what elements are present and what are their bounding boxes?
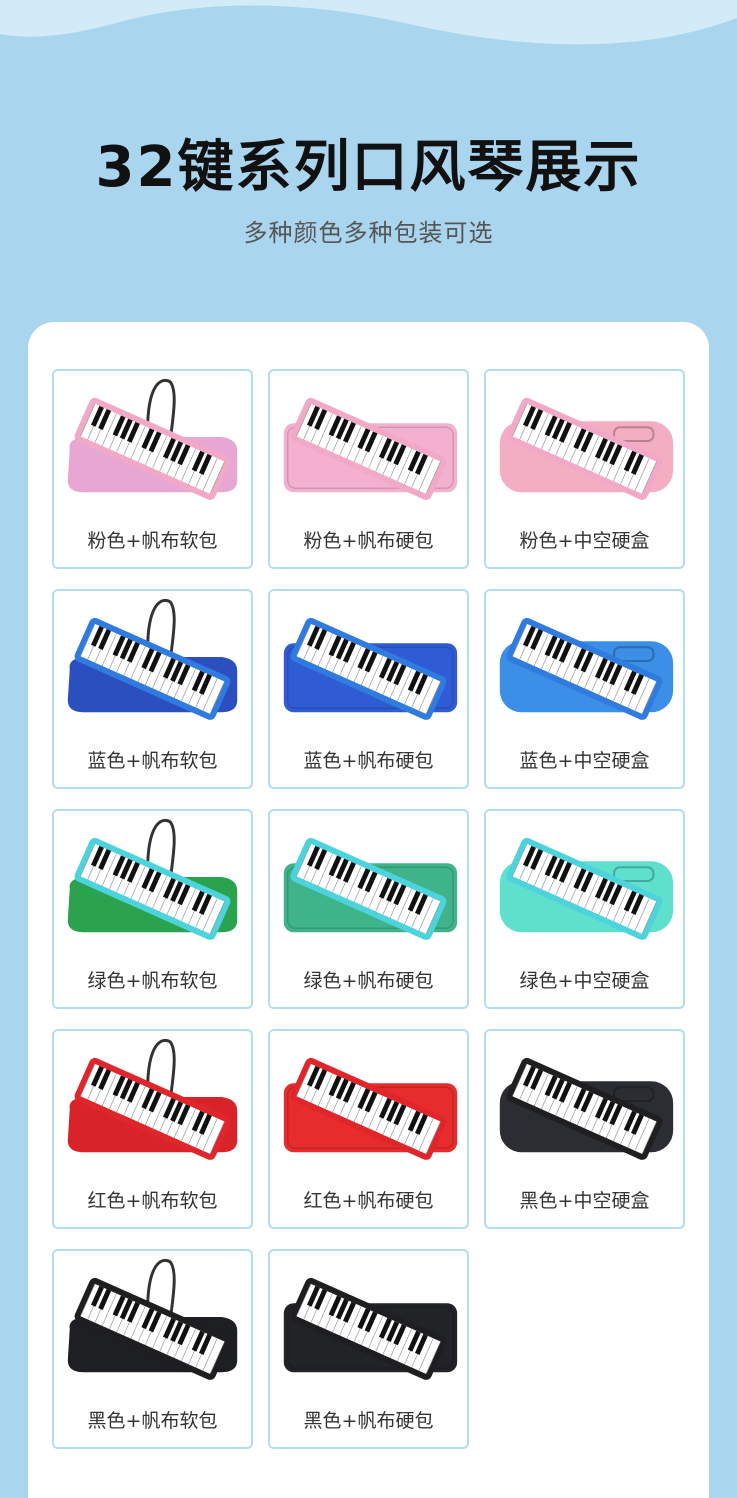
- product-card[interactable]: 红色+帆布软包: [52, 1029, 253, 1229]
- melodica-product-image: [67, 1038, 238, 1160]
- product-label: 蓝色+帆布硬包: [303, 750, 434, 772]
- product-label: 绿色+帆布硬包: [303, 970, 434, 992]
- product-card[interactable]: 绿色+帆布硬包: [268, 809, 469, 1009]
- product-label: 黑色+帆布软包: [87, 1410, 218, 1432]
- melodica-product-image: [67, 378, 238, 500]
- product-label: 红色+帆布硬包: [303, 1190, 434, 1212]
- melodica-product-image: [283, 837, 458, 940]
- melodica-product-image: [283, 1277, 458, 1380]
- melodica-product-image: [67, 598, 238, 720]
- product-label: 绿色+帆布软包: [87, 970, 218, 992]
- product-card[interactable]: 粉色+帆布软包: [52, 369, 253, 569]
- product-card[interactable]: 黑色+帆布软包: [52, 1249, 253, 1449]
- product-label: 粉色+帆布硬包: [303, 530, 434, 552]
- product-panel: 粉色+帆布软包 粉色+帆布硬包 粉色+中空硬盒蓝色+帆布软包 蓝色+帆布硬包 蓝色+中空…: [28, 322, 709, 1498]
- melodica-product-image: [283, 1057, 458, 1160]
- product-card[interactable]: 蓝色+帆布软包: [52, 589, 253, 789]
- product-label: 黑色+中空硬盒: [519, 1190, 650, 1212]
- melodica-product-image: [499, 1057, 674, 1160]
- melodica-product-image: [67, 1258, 238, 1380]
- product-card[interactable]: 绿色+帆布软包: [52, 809, 253, 1009]
- product-label: 粉色+中空硬盒: [519, 530, 650, 552]
- melodica-product-image: [499, 617, 674, 720]
- top-wave-decoration: [0, 0, 737, 45]
- melodica-product-image: [499, 837, 674, 940]
- product-card[interactable]: 粉色+中空硬盒: [484, 369, 685, 569]
- product-card[interactable]: 黑色+中空硬盒: [484, 1029, 685, 1229]
- melodica-product-image: [67, 818, 238, 940]
- product-label: 绿色+中空硬盒: [519, 970, 650, 992]
- product-label: 蓝色+中空硬盒: [519, 750, 650, 772]
- product-label: 红色+帆布软包: [87, 1190, 218, 1212]
- product-label: 粉色+帆布软包: [87, 530, 218, 552]
- page-title: 32键系列口风琴展示: [95, 135, 642, 200]
- product-card[interactable]: 绿色+中空硬盒: [484, 809, 685, 1009]
- product-card[interactable]: 黑色+帆布硬包: [268, 1249, 469, 1449]
- product-label: 黑色+帆布硬包: [303, 1410, 434, 1432]
- product-card[interactable]: 蓝色+帆布硬包: [268, 589, 469, 789]
- melodica-product-image: [499, 397, 674, 500]
- product-card[interactable]: 粉色+帆布硬包: [268, 369, 469, 569]
- page-subtitle: 多种颜色多种包装可选: [243, 219, 494, 247]
- melodica-product-image: [283, 397, 458, 500]
- melodica-product-image: [283, 617, 458, 720]
- product-card[interactable]: 蓝色+中空硬盒: [484, 589, 685, 789]
- product-card[interactable]: 红色+帆布硬包: [268, 1029, 469, 1229]
- product-label: 蓝色+帆布软包: [87, 750, 218, 772]
